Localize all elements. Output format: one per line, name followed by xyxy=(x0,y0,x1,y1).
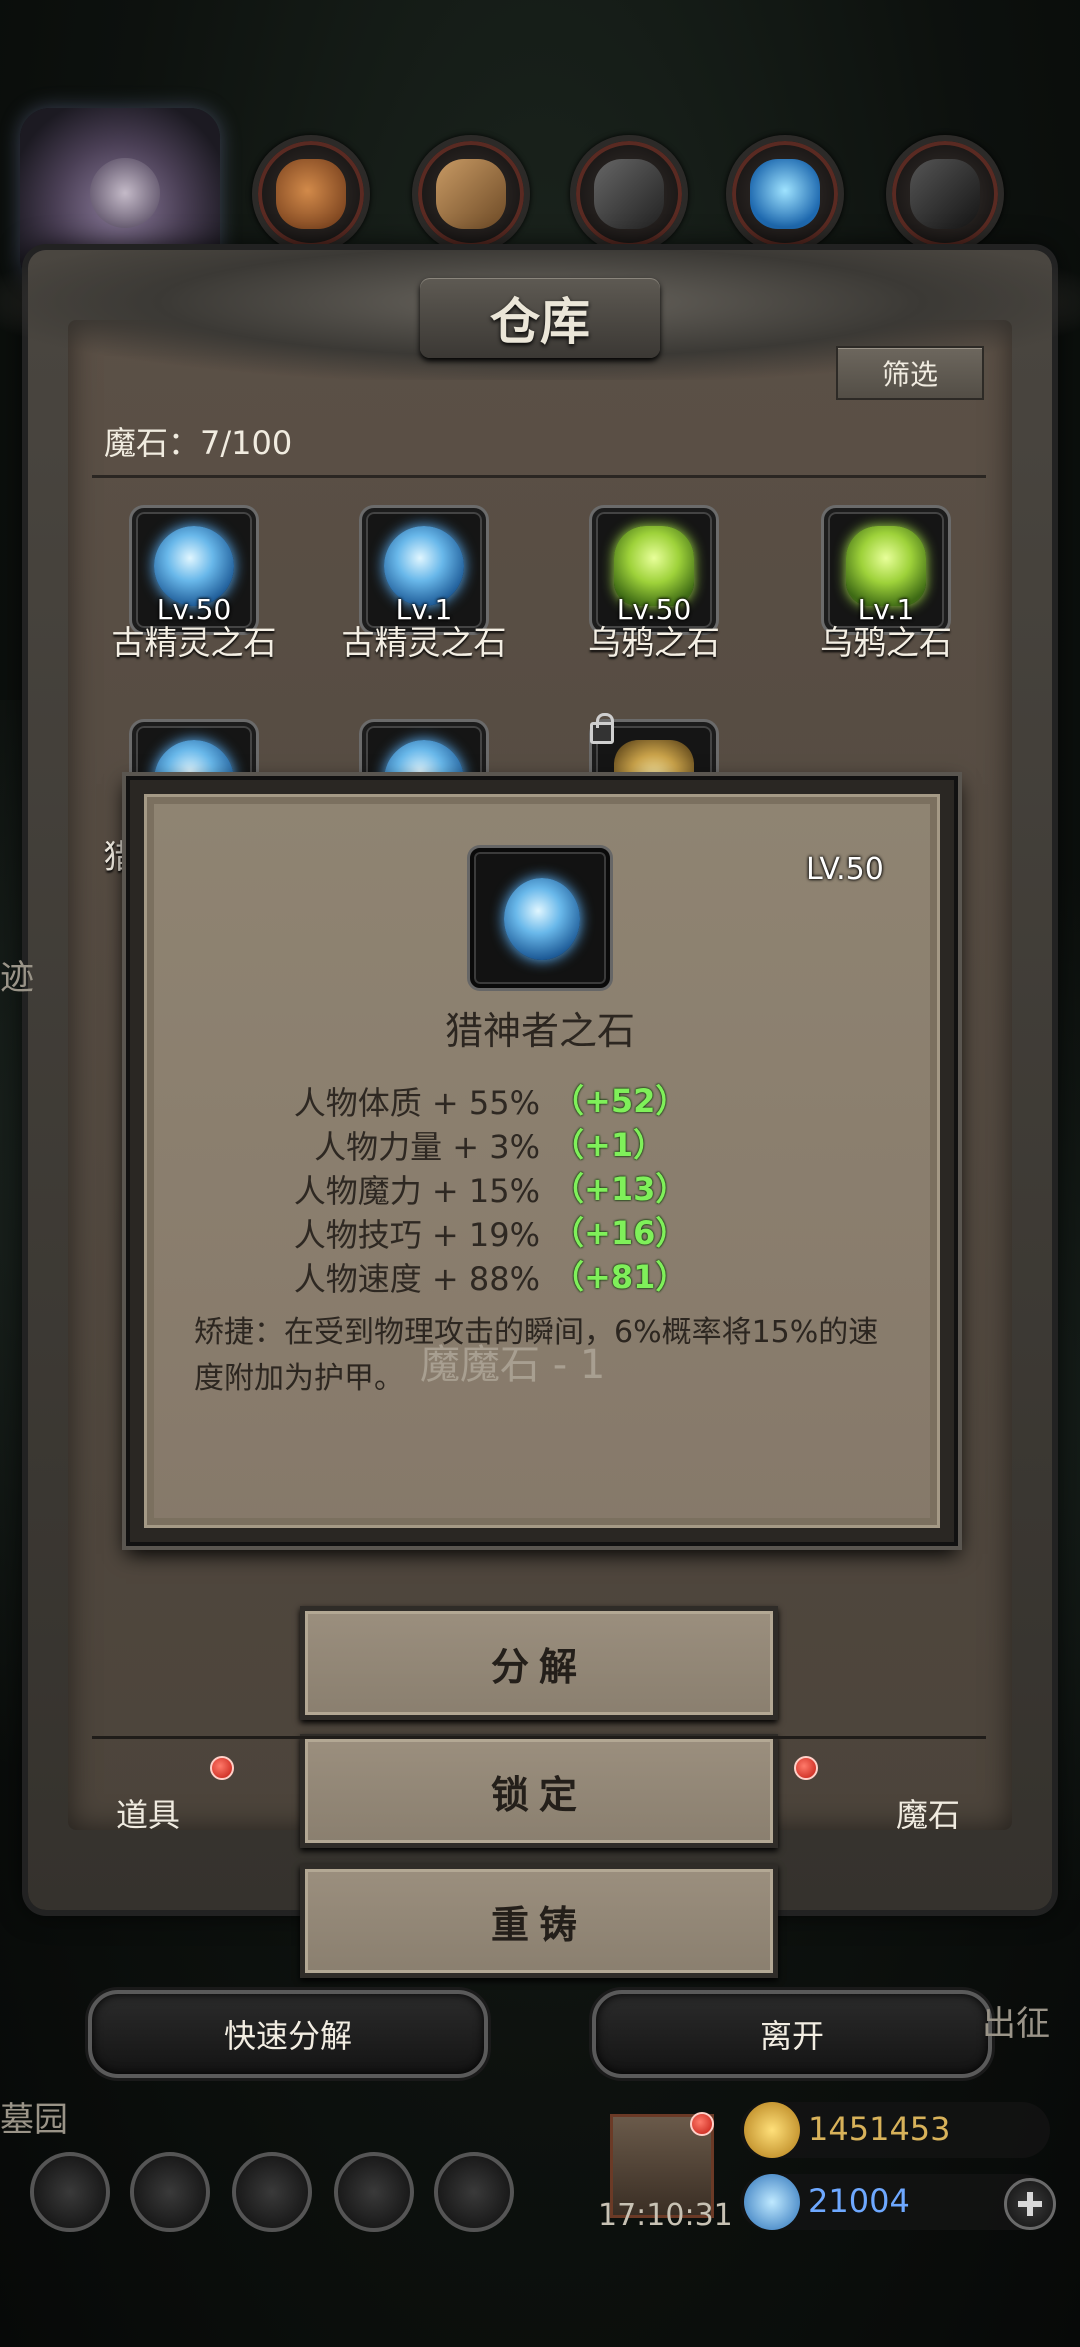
resource-wood-icon xyxy=(252,135,370,253)
popup-item-name: 猎神者之石 xyxy=(444,1009,635,1053)
lock-button[interactable]: 锁定 xyxy=(300,1734,778,1848)
recast-button[interactable]: 重铸 xyxy=(300,1864,778,1978)
notification-dot xyxy=(690,2112,714,2136)
gold-coin-icon xyxy=(744,2102,800,2158)
item-slot[interactable]: Lv.1 xyxy=(362,508,486,632)
stat-label: 人物力量 + 3% xyxy=(314,1128,540,1166)
stat-bonus: （+81） xyxy=(552,1258,688,1296)
tab-divider xyxy=(92,1736,986,1739)
gold-amount: 1451453 xyxy=(808,2110,951,2148)
decompose-button[interactable]: 分解 xyxy=(300,1606,778,1720)
filter-button[interactable]: 筛选 xyxy=(836,346,984,400)
stat-row: 人物体质 + 55% （+52） xyxy=(200,1078,840,1122)
countdown-timer: 17:10:31 xyxy=(598,2198,733,2233)
stat-label: 人物速度 + 88% xyxy=(293,1260,540,1298)
stat-bonus: （+16） xyxy=(552,1214,688,1252)
item-name: 古精灵之石 xyxy=(111,623,277,662)
stat-label: 人物技巧 + 19% xyxy=(293,1216,540,1254)
tab-props[interactable]: 道具 xyxy=(116,1790,180,1836)
quick-decompose-button[interactable]: 快速分解 xyxy=(88,1990,488,2078)
item-name: 古精灵之石 xyxy=(341,623,507,662)
stat-label: 人物魔力 + 15% xyxy=(293,1172,540,1210)
scroll-icon[interactable] xyxy=(232,2152,312,2232)
tab-magic-stone[interactable]: 魔石 xyxy=(896,1790,960,1836)
resource-steel-icon xyxy=(886,135,1004,253)
stat-bonus: （+52） xyxy=(552,1082,688,1120)
gem-icon xyxy=(744,2174,800,2230)
resource-crystal-icon xyxy=(726,135,844,253)
resource-iron-icon xyxy=(570,135,688,253)
gold-currency: 1451453 xyxy=(740,2102,1050,2158)
graveyard-label[interactable]: 墓园 xyxy=(0,2092,68,2141)
notification-dot xyxy=(794,1756,818,1780)
stat-row: 人物技巧 + 19% （+16） xyxy=(200,1210,840,1254)
leave-button[interactable]: 离开 xyxy=(592,1990,992,2078)
sword-icon[interactable] xyxy=(434,2152,514,2232)
item-slot[interactable]: Lv.50 xyxy=(132,508,256,632)
stat-bonus: （+13） xyxy=(552,1170,688,1208)
stat-bonus: （+1） xyxy=(552,1126,666,1164)
notification-dot xyxy=(210,1756,234,1780)
resource-plank-icon xyxy=(412,135,530,253)
item-name: 乌鸦之石 xyxy=(588,623,720,662)
star-icon[interactable] xyxy=(130,2152,210,2232)
stat-row: 人物魔力 + 15% （+13） xyxy=(200,1166,840,1210)
god-hunter-stone-icon xyxy=(504,878,580,960)
side-label: 迹 xyxy=(0,958,34,998)
stat-row: 人物速度 + 88% （+81） xyxy=(200,1254,840,1298)
add-currency-icon[interactable] xyxy=(1004,2178,1056,2230)
item-slot[interactable]: Lv.1 xyxy=(824,508,948,632)
warehouse-title: 仓库 xyxy=(490,292,590,351)
item-slot[interactable]: Lv.50 xyxy=(592,508,716,632)
stone-count-label: 魔石：7/100 xyxy=(104,424,293,462)
settings-icon[interactable] xyxy=(30,2152,110,2232)
divider xyxy=(92,475,986,478)
stat-row: 人物力量 + 3% （+1） xyxy=(200,1122,840,1166)
popup-description: 矫捷：在受到物理攻击的瞬间，6%概率将15%的速度附加为护甲。 xyxy=(194,1315,879,1396)
stat-label: 人物体质 + 55% xyxy=(293,1084,540,1122)
popup-level: LV.50 xyxy=(806,852,884,887)
gem-amount: 21004 xyxy=(808,2182,910,2220)
mail-icon[interactable] xyxy=(334,2152,414,2232)
lock-icon xyxy=(590,713,614,744)
expedition-label[interactable]: 出征 xyxy=(982,1996,1050,2045)
item-name: 乌鸦之石 xyxy=(820,623,952,662)
popup-item-slot xyxy=(470,848,610,988)
